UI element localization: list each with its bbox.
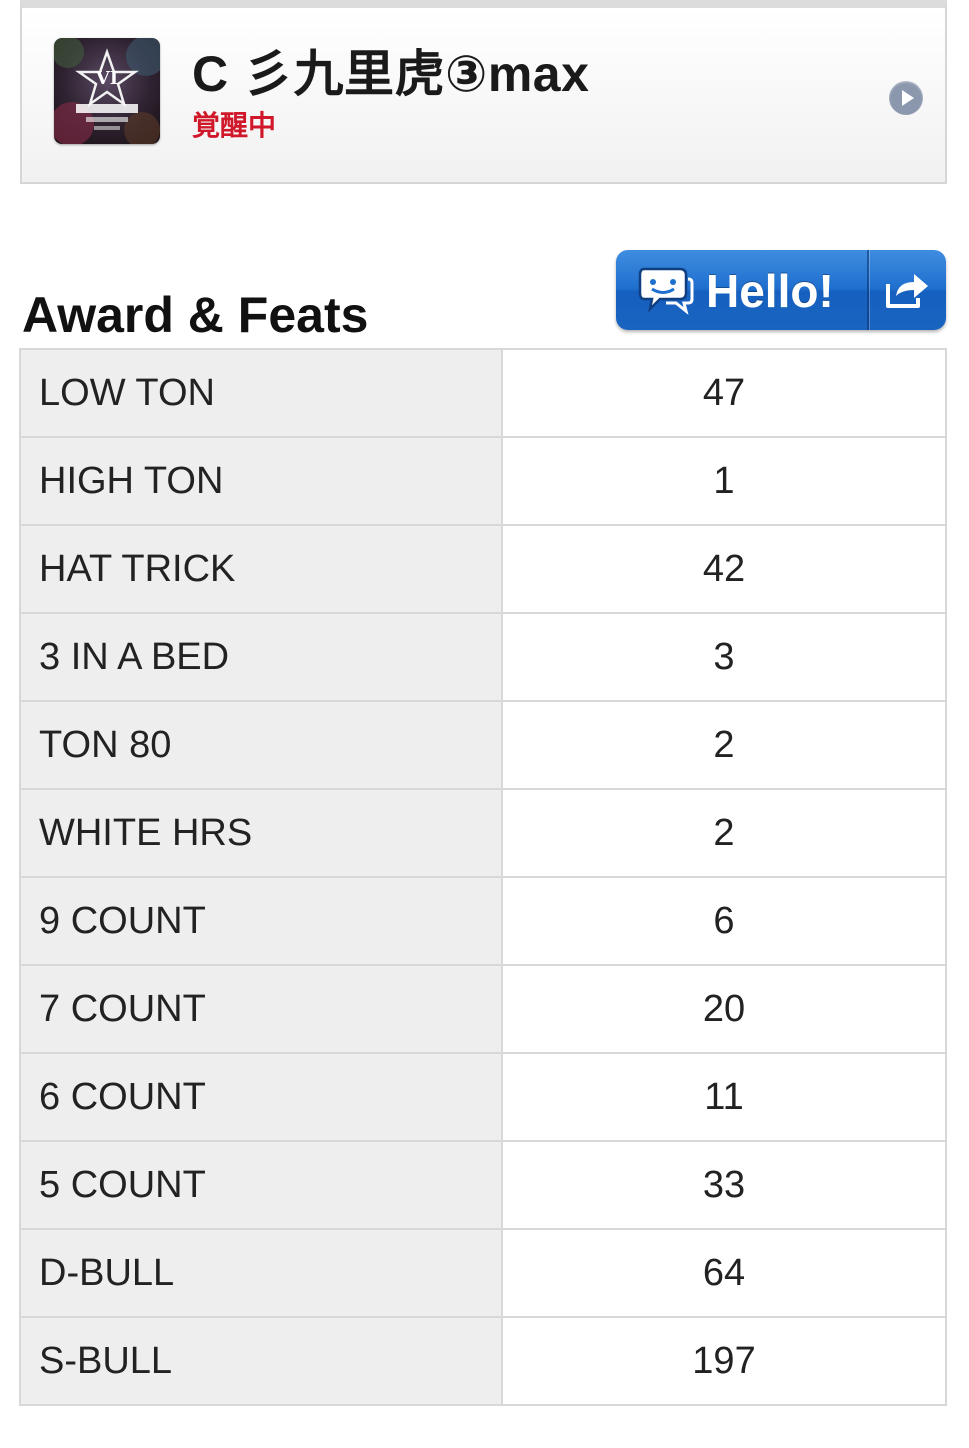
award-value: 47 bbox=[501, 348, 947, 438]
share-icon[interactable] bbox=[884, 270, 932, 310]
award-value: 1 bbox=[501, 436, 947, 526]
table-row: 9 COUNT 6 bbox=[19, 876, 947, 966]
award-value: 2 bbox=[501, 788, 947, 878]
award-label: HAT TRICK bbox=[19, 524, 503, 614]
awards-table: LOW TON 47 HIGH TON 1 HAT TRICK 42 3 IN … bbox=[19, 348, 947, 1406]
award-label: WHITE HRS bbox=[19, 788, 503, 878]
table-row: 7 COUNT 20 bbox=[19, 964, 947, 1054]
award-label: 7 COUNT bbox=[19, 964, 503, 1054]
table-row: 6 COUNT 11 bbox=[19, 1052, 947, 1142]
award-label: 3 IN A BED bbox=[19, 612, 503, 702]
avatar: VI bbox=[54, 38, 160, 144]
award-value: 20 bbox=[501, 964, 947, 1054]
table-row: TON 80 2 bbox=[19, 700, 947, 790]
award-value: 3 bbox=[501, 612, 947, 702]
table-row: HAT TRICK 42 bbox=[19, 524, 947, 614]
table-row: D-BULL 64 bbox=[19, 1228, 947, 1318]
award-label: D-BULL bbox=[19, 1228, 503, 1318]
award-label: LOW TON bbox=[19, 348, 503, 438]
table-row: 3 IN A BED 3 bbox=[19, 612, 947, 702]
award-value: 33 bbox=[501, 1140, 947, 1230]
award-label: 6 COUNT bbox=[19, 1052, 503, 1142]
award-label: HIGH TON bbox=[19, 436, 503, 526]
player-stats-page: VI C 彡九里虎③max 覚醒中 Award & Feats Hello! L… bbox=[0, 0, 969, 1448]
hello-button[interactable]: Hello! bbox=[616, 250, 866, 330]
award-value: 2 bbox=[501, 700, 947, 790]
award-value: 42 bbox=[501, 524, 947, 614]
hello-button-group: Hello! bbox=[616, 250, 946, 330]
player-status: 覚醒中 bbox=[192, 110, 277, 141]
svg-text:VI: VI bbox=[95, 68, 118, 89]
table-row: 5 COUNT 33 bbox=[19, 1140, 947, 1230]
awards-table-body: LOW TON 47 HIGH TON 1 HAT TRICK 42 3 IN … bbox=[19, 348, 947, 1406]
chevron-right-icon[interactable] bbox=[889, 81, 923, 115]
event-badge-icon: VI bbox=[54, 38, 160, 144]
award-label: 5 COUNT bbox=[19, 1140, 503, 1230]
button-divider bbox=[867, 250, 869, 330]
player-profile-card[interactable]: VI C 彡九里虎③max 覚醒中 bbox=[20, 0, 947, 184]
award-value: 64 bbox=[501, 1228, 947, 1318]
award-value: 197 bbox=[501, 1316, 947, 1406]
hello-button-label: Hello! bbox=[706, 265, 834, 317]
award-label: TON 80 bbox=[19, 700, 503, 790]
award-label: 9 COUNT bbox=[19, 876, 503, 966]
player-name: C 彡九里虎③max bbox=[192, 46, 590, 102]
table-row: WHITE HRS 2 bbox=[19, 788, 947, 878]
award-label: S-BULL bbox=[19, 1316, 503, 1406]
section-title: Award & Feats bbox=[22, 287, 369, 343]
table-row: S-BULL 197 bbox=[19, 1316, 947, 1406]
table-row: HIGH TON 1 bbox=[19, 436, 947, 526]
chat-bubble-icon bbox=[638, 267, 694, 315]
table-row: LOW TON 47 bbox=[19, 348, 947, 438]
award-value: 6 bbox=[501, 876, 947, 966]
award-value: 11 bbox=[501, 1052, 947, 1142]
